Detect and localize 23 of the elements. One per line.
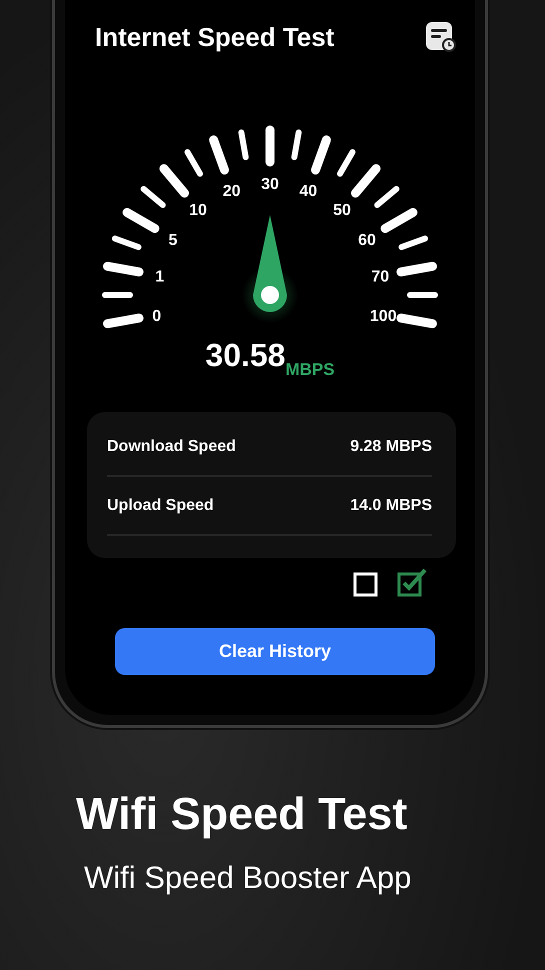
gauge-label: 0 [152, 308, 162, 325]
gauge-label: 10 [189, 202, 207, 220]
gauge-label: 20 [222, 182, 241, 200]
app-title: Internet Speed Test [95, 22, 334, 52]
checked-checkbox[interactable] [396, 568, 428, 598]
promo-title: Wifi Speed Test [76, 788, 408, 840]
gauge-label: 100 [370, 308, 397, 325]
gauge-label: 1 [155, 268, 164, 286]
gauge-label: 70 [371, 268, 390, 286]
history-icon[interactable] [425, 21, 457, 53]
gauge-label: 60 [358, 232, 376, 249]
clear-history-button[interactable]: Clear History [115, 628, 435, 675]
gauge-label: 5 [168, 232, 178, 249]
speed-unit: MBPS [285, 360, 335, 380]
result-label: Download Speed [107, 438, 236, 456]
result-value: 14.0 MBPS [350, 496, 432, 514]
result-label: Upload Speed [107, 496, 214, 514]
gauge-label: 40 [299, 182, 318, 200]
gauge-label: 30 [261, 176, 279, 193]
gauge-label: 50 [333, 202, 351, 220]
speed-value: 30.58 [205, 337, 286, 374]
result-value: 9.28 MBPS [350, 438, 432, 456]
promo-subtitle: Wifi Speed Booster App [84, 860, 412, 896]
